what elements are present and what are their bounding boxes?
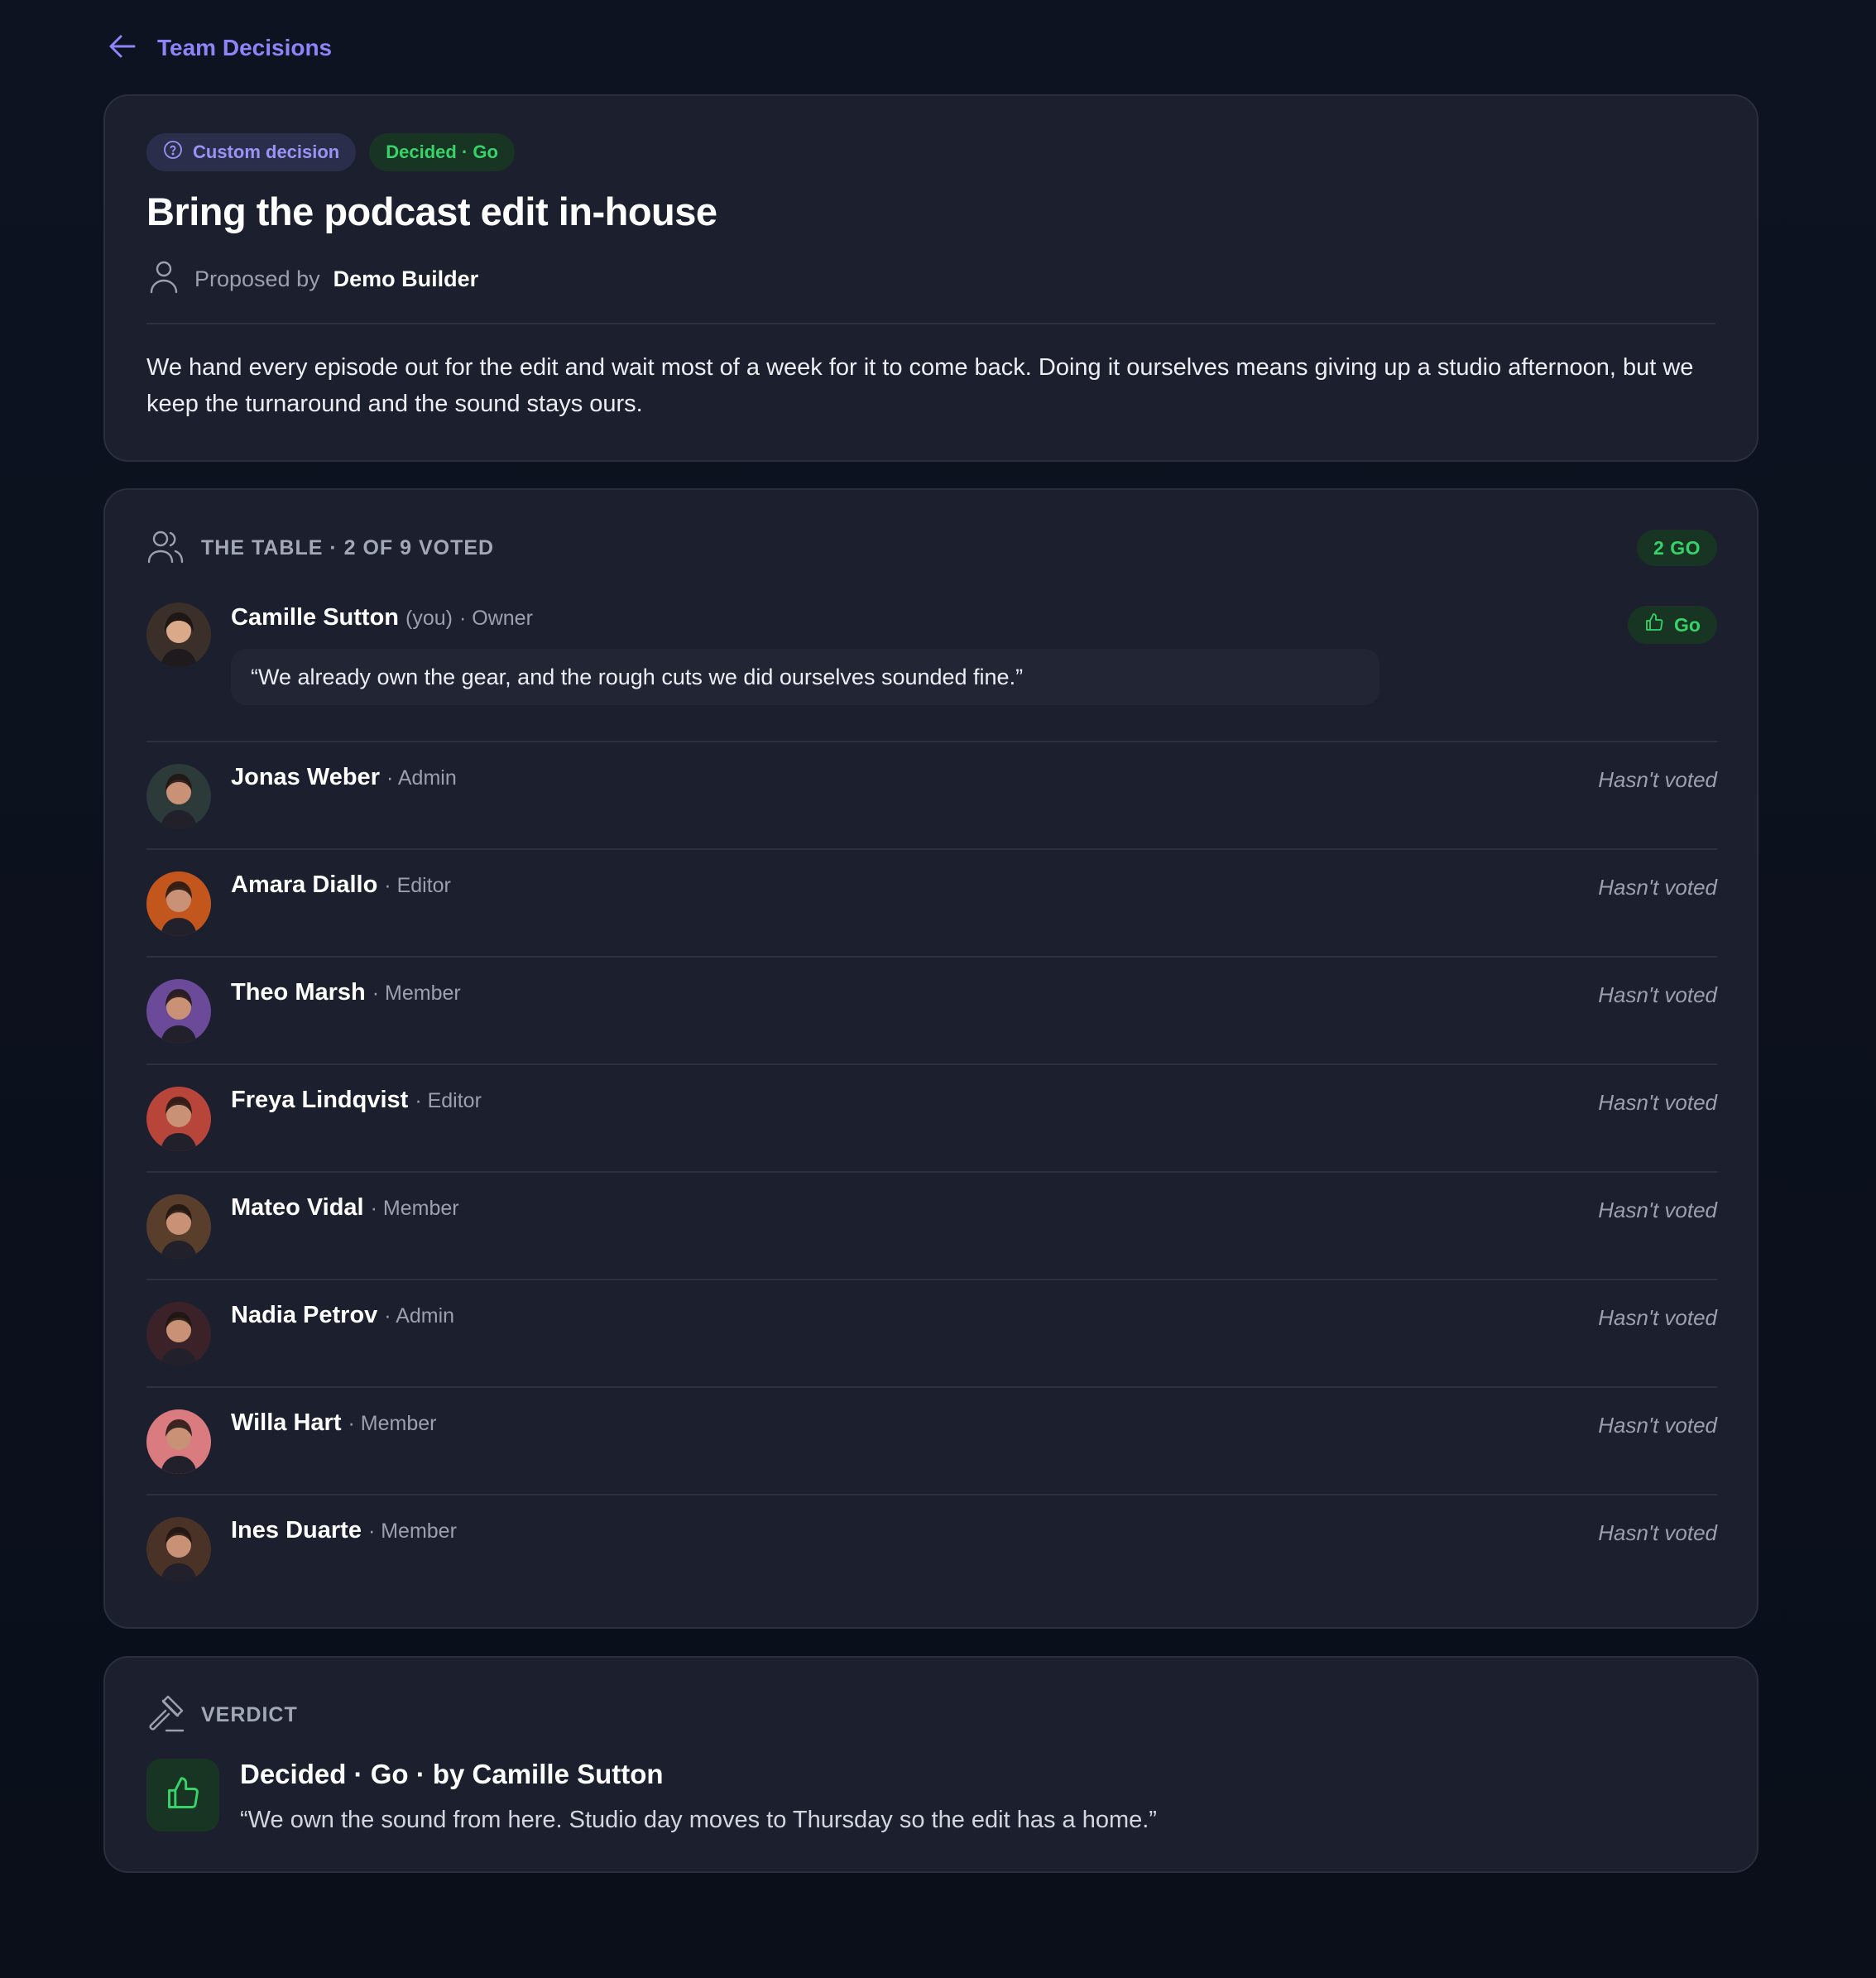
decision-page: Team Decisions Custom decision Decided ·… bbox=[0, 0, 1876, 1978]
member-info: Nadia Petrov · Admin bbox=[231, 1302, 454, 1335]
vote-status: Hasn't voted bbox=[1598, 1198, 1717, 1222]
verdict-title: Decided · Go · by Camille Sutton bbox=[240, 1759, 664, 1789]
member-info: Freya Lindqvist · Editor bbox=[231, 1087, 482, 1120]
member-role: · Admin bbox=[384, 1304, 455, 1327]
member-role: · Member bbox=[372, 982, 461, 1005]
avatar bbox=[146, 979, 211, 1044]
proposer-name: Demo Builder bbox=[333, 266, 479, 291]
verdict-icon bbox=[146, 1759, 219, 1832]
decision-card: Custom decision Decided · Go Bring the p… bbox=[103, 94, 1758, 462]
verdict-heading: VERDICT bbox=[201, 1702, 298, 1726]
member-role: · Owner bbox=[458, 607, 533, 630]
decision-type-label: Custom decision bbox=[193, 142, 340, 162]
decision-chips: Custom decision Decided · Go bbox=[146, 133, 515, 171]
member-row: Jonas Weber · Admin Hasn't voted bbox=[146, 741, 1717, 848]
member-name: Theo Marsh bbox=[231, 979, 366, 1006]
avatar bbox=[146, 1194, 211, 1259]
member-info: Amara Diallo · Editor bbox=[231, 871, 451, 905]
member-info: Ines Duarte · Member bbox=[231, 1517, 457, 1550]
vote-status: Hasn't voted bbox=[1598, 1413, 1717, 1438]
member-name: Willa Hart bbox=[231, 1409, 342, 1436]
vote-label: Go bbox=[1674, 613, 1701, 636]
member-name: Amara Diallo bbox=[231, 871, 378, 898]
decision-type-chip: Custom decision bbox=[146, 133, 357, 171]
avatar bbox=[146, 603, 211, 667]
member-row: Mateo Vidal · Member Hasn't voted bbox=[146, 1171, 1717, 1279]
verdict-card: VERDICT Decided · Go · by Camille Sutton… bbox=[103, 1656, 1758, 1873]
avatar bbox=[146, 1517, 211, 1582]
member-name: Camille Sutton bbox=[231, 604, 400, 631]
gavel-icon bbox=[146, 1694, 185, 1736]
thumbs-up-icon bbox=[165, 1775, 201, 1816]
proposed-by: Proposed by Demo Builder bbox=[146, 258, 478, 300]
member-name: Ines Duarte bbox=[231, 1517, 362, 1544]
question-circle-icon bbox=[163, 140, 183, 165]
member-row: Ines Duarte · Member Hasn't voted bbox=[146, 1494, 1717, 1601]
member-name: Freya Lindqvist bbox=[231, 1087, 409, 1113]
member-info: Jonas Weber · Admin bbox=[231, 764, 457, 797]
member-info: Mateo Vidal · Member bbox=[231, 1194, 459, 1227]
member-comment: “We already own the gear, and the rough … bbox=[231, 649, 1379, 705]
back-link-label: Team Decisions bbox=[157, 35, 333, 60]
member-role: · Member bbox=[367, 1520, 457, 1543]
verdict-quote: “We own the sound from here. Studio day … bbox=[240, 1807, 1157, 1833]
votes-header: THE TABLE · 2 OF 9 VOTED bbox=[146, 528, 494, 568]
member-row: Freya Lindqvist · Editor Hasn't voted bbox=[146, 1063, 1717, 1171]
verdict-header: VERDICT bbox=[146, 1694, 298, 1736]
vote-status: Hasn't voted bbox=[1598, 767, 1717, 792]
member-row: Camille Sutton (you) · Owner Go “We alre… bbox=[146, 598, 1717, 741]
thumbs-up-icon bbox=[1644, 612, 1664, 637]
votes-heading: THE TABLE · 2 OF 9 VOTED bbox=[201, 535, 495, 559]
vote-status: Hasn't voted bbox=[1598, 1305, 1717, 1330]
vote-status: Hasn't voted bbox=[1598, 1090, 1717, 1115]
member-role: · Editor bbox=[384, 874, 451, 897]
member-info: Willa Hart · Member bbox=[231, 1409, 436, 1443]
member-role: · Admin bbox=[386, 766, 457, 790]
member-info: Theo Marsh · Member bbox=[231, 979, 461, 1012]
decision-title: Bring the podcast edit in-house bbox=[146, 190, 717, 233]
member-row: Amara Diallo · Editor Hasn't voted bbox=[146, 848, 1717, 956]
vote-status: Hasn't voted bbox=[1598, 982, 1717, 1007]
member-you-tag: (you) bbox=[405, 607, 453, 630]
member-row: Nadia Petrov · Admin Hasn't voted bbox=[146, 1279, 1717, 1386]
avatar bbox=[146, 1409, 211, 1474]
back-link[interactable]: Team Decisions bbox=[106, 30, 332, 66]
member-name: Nadia Petrov bbox=[231, 1302, 378, 1328]
member-info: Camille Sutton (you) · Owner bbox=[231, 604, 533, 637]
member-row: Theo Marsh · Member Hasn't voted bbox=[146, 956, 1717, 1063]
vote-status: Hasn't voted bbox=[1598, 875, 1717, 900]
member-name: Mateo Vidal bbox=[231, 1194, 364, 1221]
arrow-left-icon bbox=[106, 30, 139, 67]
member-list: Camille Sutton (you) · Owner Go “We alre… bbox=[146, 598, 1717, 1601]
avatar bbox=[146, 764, 211, 828]
vote-go-badge: Go bbox=[1628, 606, 1717, 644]
vote-status: Hasn't voted bbox=[1598, 1520, 1717, 1545]
vote-tally-badge: 2 GO bbox=[1637, 530, 1717, 566]
member-role: · Editor bbox=[415, 1089, 482, 1112]
user-icon bbox=[146, 258, 181, 300]
avatar bbox=[146, 871, 211, 936]
avatar bbox=[146, 1087, 211, 1151]
member-role: · Member bbox=[370, 1197, 459, 1220]
divider bbox=[146, 323, 1715, 324]
member-role: · Member bbox=[348, 1412, 437, 1435]
avatar bbox=[146, 1302, 211, 1366]
proposed-by-label: Proposed by bbox=[194, 266, 320, 291]
member-row: Willa Hart · Member Hasn't voted bbox=[146, 1386, 1717, 1494]
users-icon bbox=[146, 528, 185, 569]
decision-status-chip: Decided · Go bbox=[369, 133, 515, 171]
member-name: Jonas Weber bbox=[231, 764, 380, 790]
decision-description: We hand every episode out for the edit a… bbox=[146, 354, 1694, 417]
votes-card: THE TABLE · 2 OF 9 VOTED 2 GO Camille Su… bbox=[103, 488, 1758, 1629]
